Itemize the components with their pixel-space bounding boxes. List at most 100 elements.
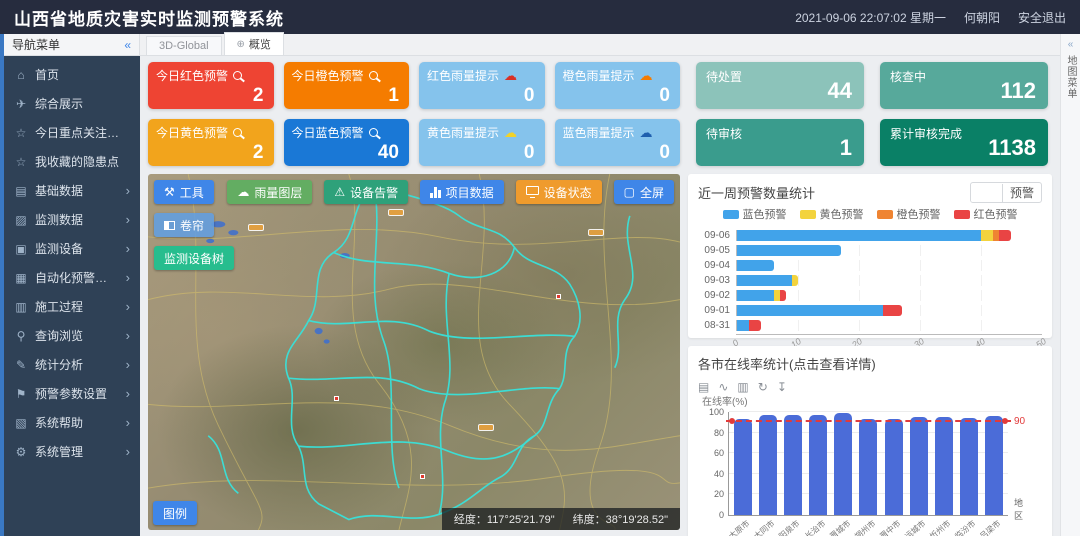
legend-item[interactable]: 蓝色预警 <box>723 206 787 222</box>
bar-group[interactable]: 太原市 <box>732 412 754 515</box>
bar-group[interactable]: 晋中市 <box>883 412 905 515</box>
device-alarm-button[interactable]: ⚠ 设备告警 <box>324 180 408 204</box>
fullscreen-button[interactable]: ▢ 全屏 <box>614 180 674 204</box>
sidebar-item[interactable]: ▤基础数据› <box>4 176 140 205</box>
line-chart-icon[interactable]: ∿ <box>718 381 728 393</box>
chevron-right-icon: › <box>126 299 130 314</box>
sidebar-collapse-icon[interactable]: « <box>124 38 131 52</box>
tab-概览[interactable]: ⊕概览 <box>224 32 284 55</box>
city-online-bar[interactable] <box>784 415 802 515</box>
map-menu-strip: « 地图菜单 <box>1060 34 1080 536</box>
bar-chart-icon[interactable]: ▥ <box>737 381 748 393</box>
bar-group[interactable]: 阳泉市 <box>782 412 804 515</box>
legend-item[interactable]: 黄色预警 <box>800 206 864 222</box>
status-card[interactable]: 累计审核完成1138 <box>880 119 1048 166</box>
map-canvas[interactable]: ⚒ 工具 卷帘 监测设备树 ☁ <box>148 174 680 530</box>
sidebar-item[interactable]: ▨监测数据› <box>4 205 140 234</box>
bar-segment[interactable] <box>737 275 792 286</box>
map-marker[interactable] <box>334 396 339 401</box>
map-marker[interactable] <box>556 294 561 299</box>
bar-group[interactable]: 朔州市 <box>857 412 879 515</box>
city-online-bar[interactable] <box>935 417 953 515</box>
city-online-bar[interactable] <box>885 419 903 515</box>
sidebar-item-label: 监测数据 <box>35 211 83 228</box>
bar-segment[interactable] <box>737 245 841 256</box>
sidebar-item[interactable]: ⚑预警参数设置› <box>4 379 140 408</box>
alert-card[interactable]: 今日蓝色预警40 <box>284 119 410 166</box>
tab-3D-Global[interactable]: 3D-Global <box>146 36 222 55</box>
bar-segment[interactable] <box>774 290 780 301</box>
bar-segment[interactable] <box>792 275 798 286</box>
markline <box>726 420 1011 422</box>
map-curtain-button[interactable]: 卷帘 <box>154 213 214 237</box>
sidebar-item[interactable]: ☆今日重点关注隐患点 <box>4 118 140 147</box>
bar-group[interactable]: 吕梁市 <box>983 412 1005 515</box>
sidebar-item[interactable]: ⚲查询浏览› <box>4 321 140 350</box>
city-online-bar[interactable] <box>734 419 752 515</box>
map-legend-button[interactable]: 图例 <box>153 501 197 525</box>
bar-group[interactable]: 运城市 <box>908 412 930 515</box>
alert-card[interactable]: 今日红色预警2 <box>148 62 274 109</box>
legend-item[interactable]: 红色预警 <box>954 206 1018 222</box>
bar-segment[interactable] <box>737 230 981 241</box>
logout-link[interactable]: 安全退出 <box>1018 9 1066 26</box>
bar-group[interactable]: 晋城市 <box>832 412 854 515</box>
sidebar-item[interactable]: ✎统计分析› <box>4 350 140 379</box>
chart-row-track <box>736 290 1042 301</box>
chart-row-track <box>736 320 1042 331</box>
alert-card[interactable]: 橙色雨量提示☁0 <box>555 62 681 109</box>
city-online-bar[interactable] <box>985 416 1003 515</box>
bar-segment[interactable] <box>981 230 993 241</box>
alert-card[interactable]: 今日黄色预警2 <box>148 119 274 166</box>
sidebar-item[interactable]: ▧系统帮助› <box>4 408 140 437</box>
device-status-button[interactable]: 设备状态 <box>516 180 602 204</box>
bar-segment[interactable] <box>999 230 1011 241</box>
alert-card[interactable]: 蓝色雨量提示☁0 <box>555 119 681 166</box>
sidebar-item[interactable]: ▦自动化预警及处置› <box>4 263 140 292</box>
bar-group[interactable]: 临汾市 <box>958 412 980 515</box>
city-online-bar[interactable] <box>759 415 777 515</box>
bar-segment[interactable] <box>883 305 901 316</box>
device-tree-button[interactable]: 监测设备树 <box>154 246 234 270</box>
bar-segment[interactable] <box>737 320 749 331</box>
warning-filter-select[interactable]: 预警 <box>970 182 1042 203</box>
refresh-icon[interactable]: ↻ <box>758 381 768 393</box>
status-card[interactable]: 待处置44 <box>696 62 864 109</box>
city-online-bar[interactable] <box>960 418 978 515</box>
bar-segment[interactable] <box>737 305 883 316</box>
map-tools-button[interactable]: ⚒ 工具 <box>154 180 214 204</box>
rain-layer-button[interactable]: ☁ 雨量图层 <box>227 180 312 204</box>
map-marker[interactable] <box>420 474 425 479</box>
alert-card[interactable]: 红色雨量提示☁0 <box>419 62 545 109</box>
sidebar-item[interactable]: ⚙系统管理› <box>4 437 140 466</box>
alert-card[interactable]: 今日橙色预警1 <box>284 62 410 109</box>
bar-group[interactable]: 忻州市 <box>933 412 955 515</box>
sidebar-item[interactable]: ☆我收藏的隐患点 <box>4 147 140 176</box>
bar-group[interactable]: 长治市 <box>807 412 829 515</box>
alert-card[interactable]: 黄色雨量提示☁0 <box>419 119 545 166</box>
download-icon[interactable]: ↧ <box>777 381 787 393</box>
sidebar-item[interactable]: ✈综合展示 <box>4 89 140 118</box>
bar-segment[interactable] <box>780 290 786 301</box>
map-menu-collapse-icon[interactable]: « <box>1068 39 1074 50</box>
chart-row-track <box>736 230 1042 241</box>
city-online-bar[interactable] <box>910 417 928 515</box>
sidebar-item-label: 我收藏的隐患点 <box>35 153 119 170</box>
sidebar-item[interactable]: ▣监测设备› <box>4 234 140 263</box>
legend-item[interactable]: 橙色预警 <box>877 206 941 222</box>
status-card[interactable]: 待审核1 <box>696 119 864 166</box>
bar-group[interactable]: 大同市 <box>757 412 779 515</box>
city-online-bar[interactable] <box>809 415 827 515</box>
project-data-button[interactable]: 项目数据 <box>420 180 504 204</box>
header-username[interactable]: 何朝阳 <box>964 9 1000 26</box>
bar-segment[interactable] <box>737 290 774 301</box>
bar-segment[interactable] <box>749 320 761 331</box>
city-online-bar[interactable] <box>859 419 877 515</box>
city-online-bar[interactable] <box>834 413 852 515</box>
data-view-icon[interactable]: ▤ <box>698 381 709 393</box>
bar-segment[interactable] <box>737 260 774 271</box>
sidebar-item[interactable]: ▥施工过程› <box>4 292 140 321</box>
filter-input[interactable] <box>971 184 1003 202</box>
sidebar-item[interactable]: ⌂首页 <box>4 60 140 89</box>
status-card[interactable]: 核查中112 <box>880 62 1048 109</box>
